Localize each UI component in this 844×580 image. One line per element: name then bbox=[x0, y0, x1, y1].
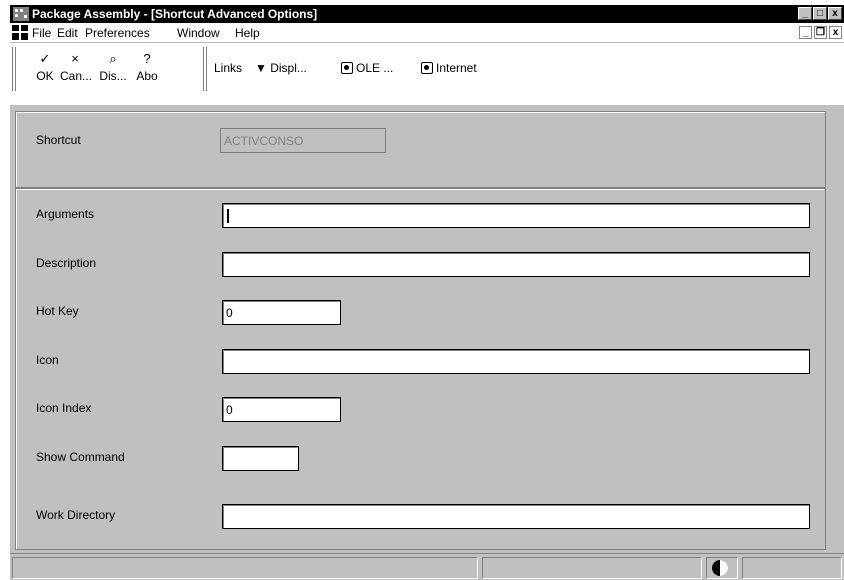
cancel-icon: × bbox=[71, 51, 79, 66]
work-directory-input[interactable] bbox=[222, 504, 810, 529]
checkmark-icon: ✓ bbox=[39, 51, 51, 66]
icon-label: Icon bbox=[36, 353, 59, 367]
mdi-minimize-button[interactable]: _ bbox=[799, 26, 812, 39]
menu-preferences[interactable]: Preferences bbox=[85, 26, 150, 40]
toolbar-separator bbox=[203, 47, 207, 91]
display-icon: ⌕ bbox=[109, 51, 117, 66]
about-icon: ? bbox=[143, 51, 151, 66]
cancel-label: Can... bbox=[60, 69, 93, 83]
application-window: Package Assembly - [Shortcut Advanced Op… bbox=[10, 5, 844, 580]
icon-input[interactable] bbox=[222, 349, 810, 374]
mdi-restore-button[interactable]: ❐ bbox=[814, 26, 827, 39]
description-input[interactable] bbox=[222, 252, 810, 277]
menu-file[interactable]: File bbox=[32, 26, 51, 40]
description-label: Description bbox=[36, 256, 97, 270]
shortcut-panel: Shortcut ACTIVCONSO bbox=[15, 111, 826, 188]
display-dropdown-label: Displ... bbox=[270, 61, 307, 75]
about-label: Abo bbox=[136, 69, 158, 83]
ole-icon bbox=[341, 62, 353, 74]
internet-button[interactable]: Internet bbox=[421, 61, 477, 75]
display-dropdown[interactable]: ▼ Displ... bbox=[255, 61, 307, 75]
title-bar[interactable]: Package Assembly - [Shortcut Advanced Op… bbox=[10, 5, 844, 23]
work-directory-label: Work Directory bbox=[36, 508, 116, 522]
ok-label: OK bbox=[36, 69, 54, 83]
status-extra-pane bbox=[742, 557, 842, 579]
display-button[interactable]: ⌕ Dis... bbox=[98, 49, 128, 91]
document-icon[interactable] bbox=[12, 25, 28, 40]
app-icon bbox=[13, 7, 29, 21]
toolbar: ✓ OK × Can... ⌕ Dis... ? Abo Links ▼ Dis… bbox=[10, 43, 844, 105]
menu-bar: File Edit Preferences Window Help _ ❐ x bbox=[10, 23, 844, 42]
shortcut-label: Shortcut bbox=[36, 133, 81, 147]
menu-help[interactable]: Help bbox=[235, 26, 260, 40]
menu-window[interactable]: Window bbox=[177, 26, 220, 40]
globe-icon bbox=[712, 560, 728, 576]
show-command-input[interactable] bbox=[222, 446, 299, 471]
icon-index-input[interactable]: 0 bbox=[222, 397, 341, 422]
mdi-close-button[interactable]: x bbox=[829, 26, 842, 39]
status-info-pane bbox=[482, 557, 702, 579]
hot-key-input[interactable]: 0 bbox=[222, 300, 341, 325]
dropdown-arrow-icon: ▼ bbox=[255, 61, 271, 75]
internet-label: Internet bbox=[436, 61, 477, 75]
arguments-label: Arguments bbox=[36, 207, 95, 221]
status-bar bbox=[10, 553, 844, 580]
cancel-button[interactable]: × Can... bbox=[60, 49, 93, 91]
shortcut-field: ACTIVCONSO bbox=[220, 128, 386, 153]
ole-button[interactable]: OLE ... bbox=[341, 61, 393, 75]
menu-edit[interactable]: Edit bbox=[57, 26, 78, 40]
close-button[interactable]: x bbox=[828, 7, 842, 20]
maximize-button[interactable]: □ bbox=[813, 7, 827, 20]
minimize-button[interactable]: _ bbox=[798, 7, 812, 20]
internet-icon bbox=[421, 62, 433, 74]
status-message-pane bbox=[12, 557, 478, 579]
icon-index-label: Icon Index bbox=[36, 401, 92, 415]
options-panel: Arguments Description Hot Key 0 Icon Ico… bbox=[15, 188, 826, 550]
arguments-input[interactable] bbox=[222, 203, 810, 228]
display-label: Dis... bbox=[99, 69, 127, 83]
text-caret bbox=[227, 209, 229, 223]
links-button[interactable]: Links bbox=[214, 61, 242, 75]
about-button[interactable]: ? Abo bbox=[132, 49, 162, 91]
ok-button[interactable]: ✓ OK bbox=[30, 49, 60, 91]
show-command-label: Show Command bbox=[36, 450, 125, 464]
window-title: Package Assembly - [Shortcut Advanced Op… bbox=[32, 7, 318, 21]
toolbar-grip bbox=[12, 47, 16, 91]
ole-label: OLE ... bbox=[356, 61, 394, 75]
hot-key-label: Hot Key bbox=[36, 304, 79, 318]
